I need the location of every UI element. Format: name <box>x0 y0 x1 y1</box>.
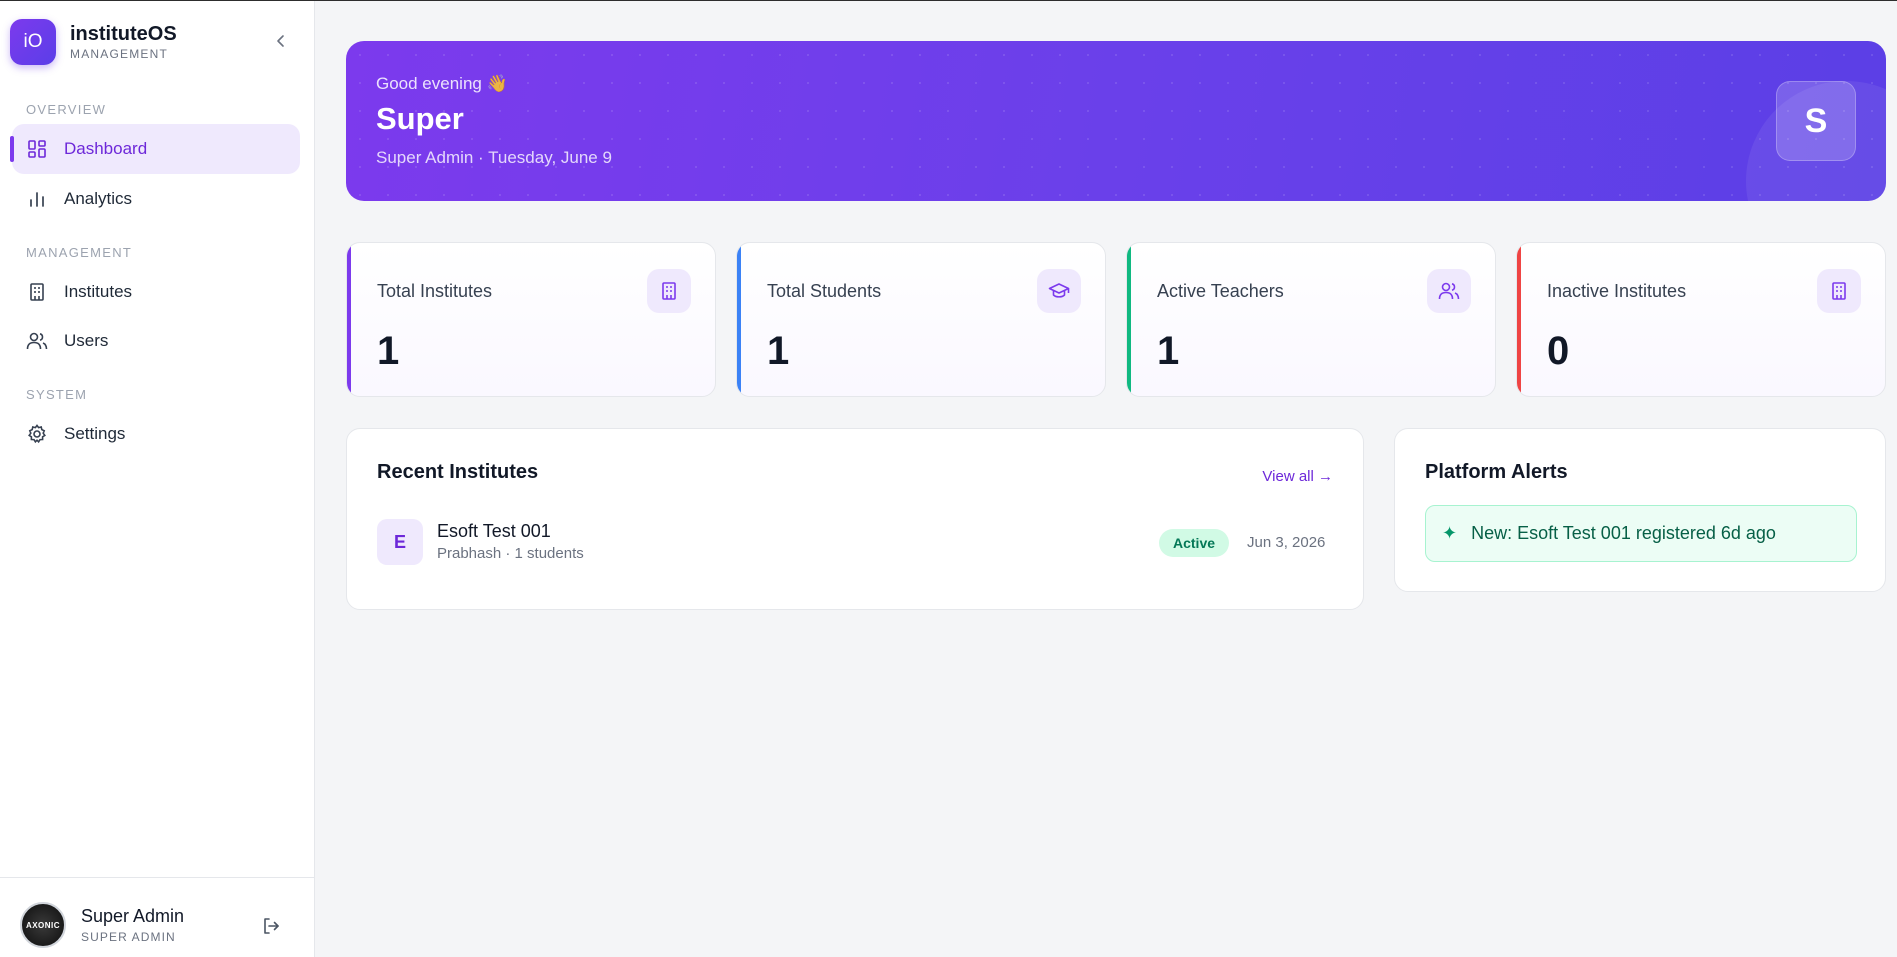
platform-alerts-panel: Platform Alerts ✦ New: Esoft Test 001 re… <box>1394 428 1886 592</box>
stat-card-active-teachers[interactable]: Active Teachers 1 <box>1126 242 1496 397</box>
sidebar-item-settings[interactable]: Settings <box>12 409 300 459</box>
view-all-link[interactable]: View all → <box>1262 468 1333 485</box>
stat-card-total-institutes[interactable]: Total Institutes 1 <box>346 242 716 397</box>
building-icon <box>647 269 691 313</box>
banner-dot-pattern <box>346 41 1886 201</box>
role-and-date: Super Admin · Tuesday, June 9 <box>376 148 612 167</box>
stat-label: Active Teachers <box>1157 281 1284 301</box>
users-icon <box>1427 269 1471 313</box>
hero-avatar[interactable]: S <box>1776 81 1856 161</box>
stat-label: Total Students <box>767 281 882 301</box>
greeting: Good evening 👋 <box>376 74 508 93</box>
institute-name: Esoft Test 001 <box>437 521 551 541</box>
gear-icon <box>26 423 48 445</box>
stat-label: Inactive Institutes <box>1547 281 1687 301</box>
stat-value: 1 <box>1157 329 1180 373</box>
sidebar-item-label: Analytics <box>64 189 133 208</box>
user-first-name: Super <box>376 101 464 136</box>
institute-meta: Prabhash · 1 students <box>437 545 584 562</box>
sidebar: iO instituteOS MANAGEMENT OVERVIEW Dashb… <box>0 0 315 957</box>
brand[interactable]: iO instituteOS MANAGEMENT <box>10 19 177 65</box>
panel-title: Recent Institutes <box>377 461 539 483</box>
user-profile: AXONIC Super Admin SUPER ADMIN <box>0 877 315 957</box>
section-management: MANAGEMENT <box>26 245 133 260</box>
stat-accent-bar <box>737 243 741 396</box>
stat-accent-bar <box>1127 243 1131 396</box>
chevron-left-icon <box>277 35 284 47</box>
institute-date: Jun 3, 2026 <box>1247 534 1326 551</box>
stat-accent-bar <box>1517 243 1521 396</box>
stat-card-total-students[interactable]: Total Students 1 <box>736 242 1106 397</box>
sidebar-item-institutes[interactable]: Institutes <box>12 267 300 317</box>
stat-value: 0 <box>1547 329 1570 373</box>
graduation-cap-icon <box>1037 269 1081 313</box>
sidebar-item-label: Users <box>64 331 109 350</box>
logout-button[interactable] <box>258 913 284 939</box>
recent-institutes-panel: Recent Institutes View all → E Esoft Tes… <box>346 428 1364 610</box>
sidebar-item-label: Dashboard <box>64 139 148 158</box>
user-name: Super Admin <box>81 906 185 926</box>
sidebar-item-dashboard[interactable]: Dashboard <box>10 124 300 174</box>
section-overview: OVERVIEW <box>26 102 107 117</box>
window-top-border <box>0 0 1897 1</box>
institute-avatar: E <box>377 519 423 565</box>
sidebar-item-label: Settings <box>64 424 126 443</box>
alert-item[interactable]: ✦ New: Esoft Test 001 registered 6d ago <box>1425 505 1857 562</box>
bar-chart-icon <box>26 188 48 210</box>
stat-label: Total Institutes <box>377 281 493 301</box>
panel-title: Platform Alerts <box>1425 461 1568 483</box>
users-icon <box>26 330 48 352</box>
dashboard-icon <box>26 138 48 160</box>
sidebar-item-analytics[interactable]: Analytics <box>12 174 300 224</box>
building-icon <box>26 281 48 303</box>
stat-card-inactive-institutes[interactable]: Inactive Institutes 0 <box>1516 242 1886 397</box>
list-item[interactable]: E Esoft Test 001 Prabhash · 1 students A… <box>377 519 1337 565</box>
building-icon <box>1817 269 1861 313</box>
sidebar-item-users[interactable]: Users <box>12 316 300 366</box>
sidebar-item-label: Institutes <box>64 282 133 301</box>
logout-icon <box>264 918 279 934</box>
brand-name: instituteOS <box>70 23 177 45</box>
brand-logo: iO <box>10 19 56 65</box>
sparkle-icon: ✦ <box>1442 523 1458 543</box>
status-badge: Active <box>1159 529 1230 557</box>
alert-text: New: Esoft Test 001 registered 6d ago <box>1471 523 1776 543</box>
collapse-sidebar-button[interactable] <box>268 28 294 54</box>
user-role: SUPER ADMIN <box>81 930 176 944</box>
stat-accent-bar <box>347 243 351 396</box>
stat-value: 1 <box>767 329 790 373</box>
welcome-banner: Good evening 👋 Super Super Admin · Tuesd… <box>346 41 1886 201</box>
section-system: SYSTEM <box>26 387 88 402</box>
brand-subtitle: MANAGEMENT <box>70 47 169 61</box>
stat-value: 1 <box>377 329 400 373</box>
avatar[interactable]: AXONIC <box>20 902 66 948</box>
